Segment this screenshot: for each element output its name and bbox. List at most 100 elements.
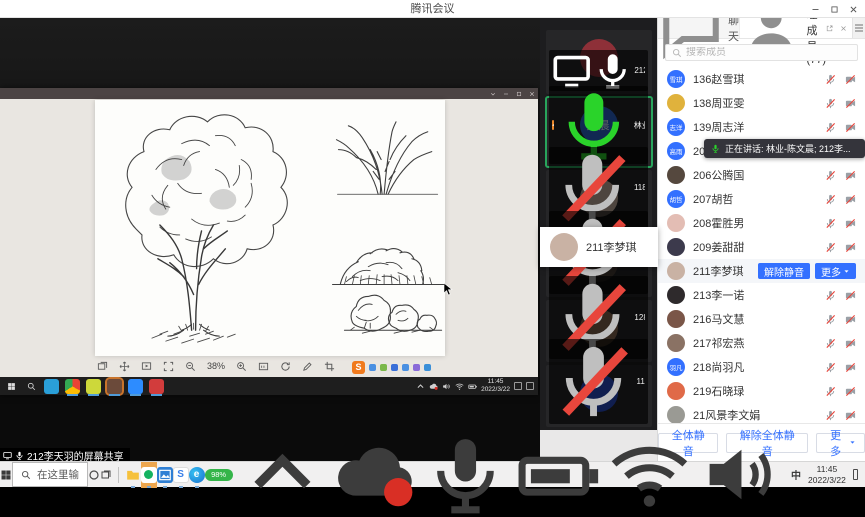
member-row[interactable]: 209姜甜甜 [658, 235, 865, 259]
member-row[interactable]: 213李一诺 [658, 283, 865, 307]
remote-close-icon [529, 91, 535, 97]
mic-muted-icon[interactable] [825, 314, 836, 325]
cortana-button[interactable] [88, 462, 100, 488]
screen-share-stage: 38% S [0, 18, 540, 461]
member-name: 218尚羽凡 [693, 359, 817, 375]
camera-muted-icon[interactable] [845, 170, 856, 181]
crop-icon[interactable] [324, 361, 335, 372]
sogou-app-icon[interactable]: S [173, 462, 189, 488]
remote-tray-wifi-icon [455, 382, 464, 391]
pan-icon[interactable] [119, 361, 130, 372]
tray-chevron-icon[interactable] [240, 432, 325, 517]
clock[interactable]: 11:45 2022/3/22 [808, 464, 846, 484]
avatar: 雪琪 [667, 70, 685, 88]
mic-muted-icon[interactable] [825, 242, 836, 253]
camera-muted-icon[interactable] [845, 410, 856, 421]
slideshow-icon[interactable] [141, 361, 152, 372]
battery-widget[interactable]: 98% [205, 469, 233, 481]
camera-muted-icon[interactable] [845, 218, 856, 229]
camera-muted-icon[interactable] [845, 386, 856, 397]
thumbnails-icon[interactable] [97, 361, 108, 372]
close-panel-icon[interactable] [840, 25, 847, 32]
mic-muted-icon[interactable] [825, 74, 836, 85]
mic-muted-icon[interactable] [825, 170, 836, 181]
member-search[interactable] [665, 44, 858, 61]
close-button[interactable] [844, 0, 863, 18]
camera-muted-icon[interactable] [845, 362, 856, 373]
tray-battery-icon[interactable] [515, 432, 600, 517]
panel-menu-handle[interactable] [852, 18, 865, 38]
mic-muted-icon[interactable] [825, 386, 836, 397]
member-row[interactable]: 志洋 139周志洋 [658, 115, 865, 139]
camera-muted-icon[interactable] [845, 290, 856, 301]
photos-app-icon[interactable] [157, 462, 173, 488]
mic-muted-icon[interactable] [825, 218, 836, 229]
file-explorer-icon[interactable] [125, 462, 141, 488]
mic-muted-icon[interactable] [825, 194, 836, 205]
member-row[interactable]: 138周亚雯 [658, 91, 865, 115]
camera-muted-icon[interactable] [845, 98, 856, 109]
search-icon [672, 48, 682, 58]
mic-muted-icon[interactable] [825, 122, 836, 133]
video-tile[interactable]: 116倪晨 [546, 365, 652, 427]
ime-tool-icon [402, 364, 409, 371]
member-row[interactable]: 胡哲 207胡哲 [658, 187, 865, 211]
avatar [667, 262, 685, 280]
taskbar-search[interactable] [12, 462, 88, 487]
member-row[interactable]: 216马文慧 [658, 307, 865, 331]
member-row[interactable]: 羽凡 218尚羽凡 [658, 355, 865, 379]
camera-muted-icon[interactable] [845, 122, 856, 133]
member-more-button[interactable]: 更多 [815, 263, 856, 279]
member-row[interactable]: 21风景李文娟 [658, 403, 865, 423]
tray-volume-icon[interactable] [699, 432, 784, 517]
tray-mic-icon[interactable] [423, 432, 508, 517]
rotate-icon[interactable] [280, 361, 291, 372]
taskbar-search-input[interactable] [37, 469, 79, 481]
remote-tray-cloud-icon [429, 382, 438, 391]
fit-screen-icon[interactable] [163, 361, 174, 372]
mic-muted-icon[interactable] [825, 362, 836, 373]
tencent-meeting-app-icon[interactable] [141, 462, 157, 488]
task-view-button[interactable] [100, 462, 112, 488]
minimize-button[interactable] [806, 0, 825, 18]
member-search-input[interactable] [686, 47, 851, 58]
video-tile[interactable]: 212李天羽的屏幕共享 [546, 30, 652, 94]
camera-muted-icon[interactable] [845, 314, 856, 325]
edit-icon[interactable] [302, 361, 313, 372]
avatar [550, 233, 578, 261]
zoom-out-icon[interactable] [185, 361, 196, 372]
start-button[interactable] [0, 462, 12, 488]
remote-edge-icon [44, 379, 59, 394]
mic-muted-icon[interactable] [825, 338, 836, 349]
zoom-in-icon[interactable] [236, 361, 247, 372]
tray-cloud-icon[interactable] [331, 432, 416, 517]
member-row[interactable]: 206公腾国 [658, 163, 865, 187]
popout-panel-icon[interactable] [826, 25, 833, 32]
title-bar: 腾讯会议 [0, 0, 865, 18]
member-row[interactable]: 雪琪 136赵雪琪 [658, 67, 865, 91]
action-center-icon[interactable] [853, 469, 858, 480]
avatar [667, 310, 685, 328]
camera-muted-icon[interactable] [845, 242, 856, 253]
camera-muted-icon[interactable] [845, 338, 856, 349]
member-row[interactable]: 208霍胜男 [658, 211, 865, 235]
camera-muted-icon[interactable] [845, 194, 856, 205]
member-row[interactable]: 211李梦琪 解除静音 更多 [658, 259, 865, 283]
edge-app-icon[interactable]: e [189, 462, 205, 488]
mic-muted-icon[interactable] [825, 98, 836, 109]
member-row[interactable]: 217祁宏燕 [658, 331, 865, 355]
remote-start-icon [4, 379, 18, 393]
maximize-button[interactable] [825, 0, 844, 18]
mic-muted-icon[interactable] [825, 290, 836, 301]
avatar [667, 406, 685, 423]
tab-chat[interactable]: 聊天 [658, 18, 740, 38]
unmute-member-button[interactable]: 解除静音 [758, 263, 810, 279]
ime-indicator[interactable]: 中 [791, 467, 801, 482]
tab-manage-members[interactable]: 管理成员(77) [740, 18, 826, 38]
actual-size-icon[interactable] [258, 361, 269, 372]
tray-wifi-icon[interactable] [607, 432, 692, 517]
member-row[interactable]: 219石晓琭 [658, 379, 865, 403]
ime-tool-icon [369, 364, 376, 371]
mic-muted-icon[interactable] [825, 410, 836, 421]
camera-muted-icon[interactable] [845, 74, 856, 85]
